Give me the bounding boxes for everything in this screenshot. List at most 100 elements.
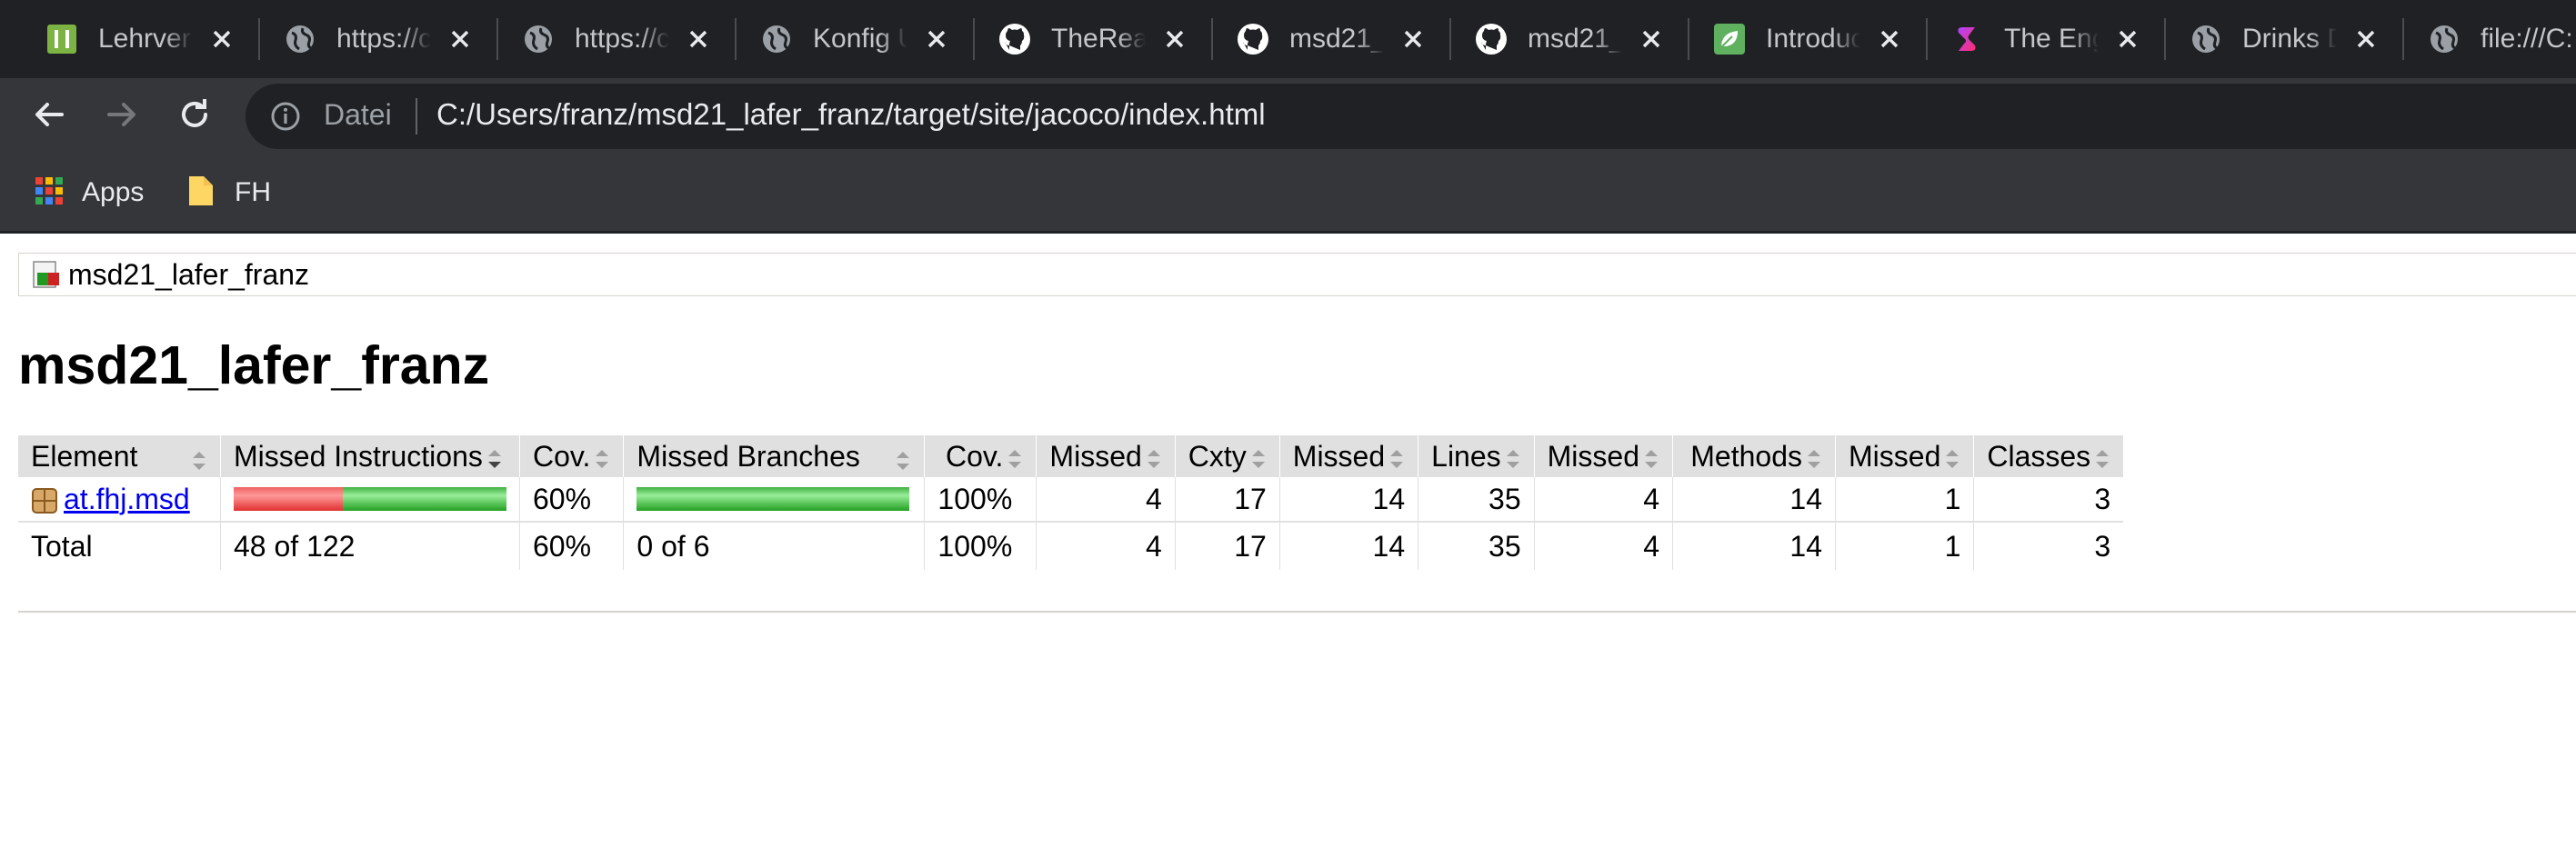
missed-instructions-cell [220,477,520,523]
tab-the-engineer[interactable]: The Engineer [1906,9,2144,69]
sort-icon [1007,445,1023,471]
tab-title: TheRealFranz [1051,24,1146,54]
total-branches-cell: 0 of 6 [623,522,925,570]
apps-grid-icon [35,176,64,210]
column-header-missed-methods[interactable]: Missed [1533,435,1673,477]
column-header-element[interactable]: Element [18,435,221,477]
tab-title: file:///C: [2481,24,2573,54]
package-link[interactable]: at.fhj.msd [64,483,190,515]
column-header-classes[interactable]: Classes [1973,435,2124,477]
sort-icon [1505,445,1521,471]
close-icon[interactable] [1637,25,1666,54]
sort-icon [1250,445,1267,471]
globe-icon [2190,23,2222,55]
total-missed-cxty-cell: 4 [1036,522,1176,570]
sort-icon [191,447,207,473]
sort-icon [895,447,911,473]
column-header-missed-lines[interactable]: Missed [1278,435,1418,477]
close-icon[interactable] [1160,25,1189,54]
report-session-icon [32,260,61,289]
globe-icon [760,23,793,55]
address-url[interactable]: C:/Users/franz/msd21_lafer_franz/target/… [436,97,1266,132]
globe-icon [2428,23,2461,55]
header-label: Element [31,439,138,473]
tab-title: Lehrveranstaltungen [98,24,193,54]
column-header-missed-branches[interactable]: Missed Branches [623,435,925,477]
tab-title: msd21_lafer [1528,24,1622,54]
sort-down-icon [486,445,503,471]
tab-https-1[interactable]: https://cdn [238,9,476,69]
s-logo-icon [1951,23,1984,55]
package-icon [31,487,58,514]
classes-cell: 3 [1973,477,2124,523]
table-total-row: Total 48 of 122 60% 0 of 6 100% 4 17 14 … [18,522,2124,570]
address-scheme-label: Datei [324,98,392,131]
instruction-coverage-cell: 60% [518,477,624,523]
tab-konfig[interactable]: Konfig Ubuntu [715,9,953,69]
address-divider [416,98,417,135]
header-label: Classes [1987,439,2091,473]
column-header-cxty[interactable]: Cxty [1174,435,1280,477]
reload-icon [176,96,213,137]
tab-title: msd21_lafer [1289,24,1384,54]
header-label: Missed [1849,439,1941,473]
close-icon[interactable] [207,25,236,54]
column-header-methods[interactable]: Methods [1672,435,1836,477]
sort-icon [594,445,610,471]
footer-divider [18,611,2576,613]
arrow-right-icon [104,96,140,137]
sort-icon [1944,445,1960,471]
bookmark-label: FH [235,177,271,207]
total-classes-cell: 3 [1973,522,2124,570]
missed-methods-cell: 4 [1533,477,1673,523]
tab-msd21-2[interactable]: msd21_lafer [1429,9,1668,69]
total-cxty-cell: 17 [1174,522,1280,570]
close-icon[interactable] [922,25,951,54]
forward-button[interactable] [96,91,147,142]
close-icon[interactable] [2113,25,2142,54]
close-icon[interactable] [684,25,713,54]
header-label: Missed [1049,439,1142,473]
column-header-instruction-coverage[interactable]: Cov. [518,435,624,477]
instruction-coverage-bar [234,487,506,511]
close-icon[interactable] [446,25,475,54]
bookmark-fh[interactable]: FH [187,175,271,211]
total-lines-cell: 35 [1418,522,1535,570]
tab-drinks[interactable]: Drinks D [2144,9,2382,69]
tab-title: Konfig Ubuntu [813,24,907,54]
tab-https-2[interactable]: https://cdn [476,9,715,69]
total-methods-cell: 14 [1672,522,1836,570]
tab-file[interactable]: file:///C: [2382,9,2576,69]
close-icon[interactable] [2351,25,2381,54]
tab-msd21-1[interactable]: msd21_lafer [1191,9,1429,69]
sort-icon [2094,445,2110,471]
column-header-lines[interactable]: Lines [1418,435,1535,477]
address-bar[interactable]: Datei C:/Users/franz/msd21_lafer_franz/t… [246,84,2576,149]
github-icon [1475,23,1508,55]
column-header-branch-coverage[interactable]: Cov. [924,435,1037,477]
total-branch-coverage-cell: 100% [924,522,1037,570]
missed-bar-segment [234,487,343,511]
sort-icon [1388,445,1405,471]
table-header-row: Element Missed Instructions Cov. Missed … [18,435,2124,477]
column-header-missed-instructions[interactable]: Missed Instructions [220,435,520,477]
header-label: Missed Branches [636,439,860,473]
close-icon[interactable] [1875,25,1904,54]
bookmark-apps[interactable]: Apps [35,175,144,211]
missed-lines-cell: 14 [1278,477,1418,523]
tab-introduction[interactable]: Introduction [1668,9,1906,69]
column-header-missed-cxty[interactable]: Missed [1036,435,1176,477]
missed-classes-cell: 1 [1834,477,1974,523]
sort-icon [1643,445,1659,471]
tab-therealfranz[interactable]: TheRealFranz [953,9,1191,69]
header-label: Cov. [533,439,591,473]
back-button[interactable] [24,91,75,142]
info-icon[interactable] [269,100,302,133]
column-header-missed-classes[interactable]: Missed [1834,435,1974,477]
covered-bar-segment [636,487,910,511]
header-label: Cxty [1188,439,1247,473]
reload-button[interactable] [169,91,220,142]
close-icon[interactable] [1398,25,1428,54]
table-row: at.fhj.msd 60% 100% 4 17 14 35 4 14 1 3 [18,477,2124,523]
tab-lehrveranstaltungen[interactable]: Lehrveranstaltungen [0,9,238,69]
